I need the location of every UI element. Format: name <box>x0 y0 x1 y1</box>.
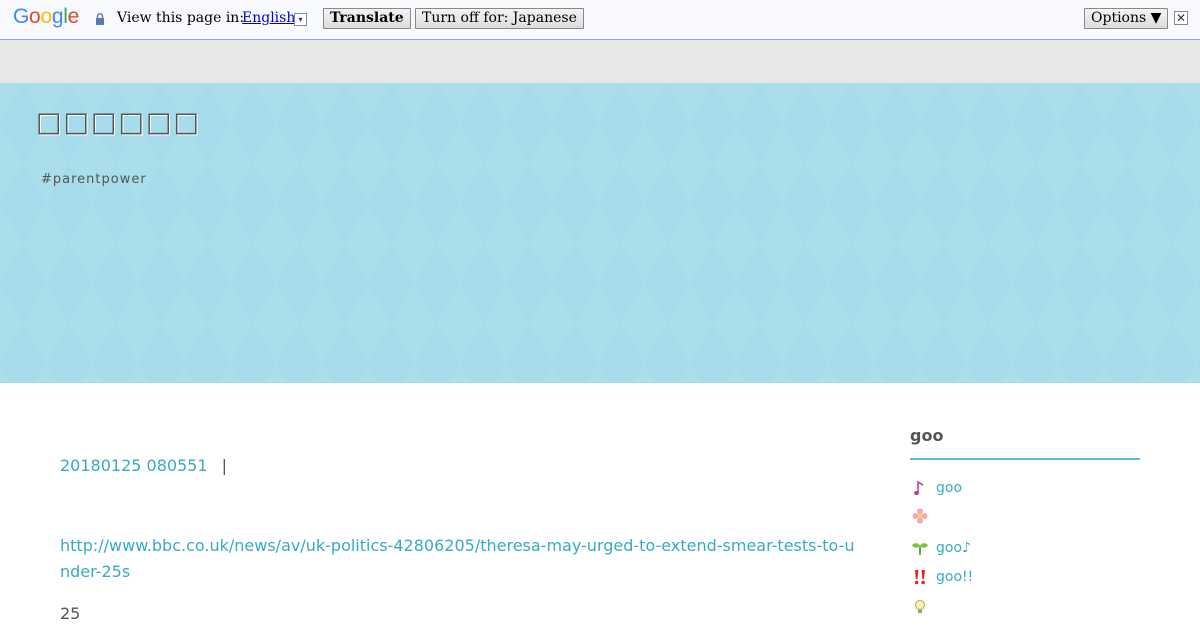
top-strip <box>0 40 1200 83</box>
blog-header: □□□□□□ #parentpower <box>0 83 1200 383</box>
sprout-icon <box>912 543 928 555</box>
sidebar-item[interactable]: goo <box>912 477 962 499</box>
sidebar-item[interactable]: goo!! <box>912 566 973 588</box>
flower-icon <box>912 508 928 524</box>
post-meta: 20180125 080551 | <box>60 456 227 475</box>
lock-icon <box>96 13 104 25</box>
options-button[interactable]: Options ▼ <box>1084 8 1169 29</box>
post-url-link[interactable]: http://www.bbc.co.uk/news/av/uk-politics… <box>60 533 860 585</box>
view-page-label: View this page in: <box>117 10 245 26</box>
translate-button[interactable]: Translate <box>323 8 411 29</box>
close-icon[interactable]: ✕ <box>1174 11 1188 25</box>
site-description: #parentpower <box>41 172 147 187</box>
language-dropdown-icon[interactable]: ▾ <box>294 13 307 26</box>
translate-bar: Google View this page in: English ▾ Tran… <box>0 0 1200 40</box>
post-body-text: 25 <box>60 604 81 623</box>
sidebar-item[interactable]: goo♪ <box>912 537 971 559</box>
sidebar-item-label[interactable]: goo♪ <box>936 540 971 556</box>
post-date-link[interactable]: 20180125 080551 <box>60 456 208 475</box>
music-note-icon <box>914 480 924 495</box>
sidebar-item[interactable] <box>912 505 936 527</box>
sidebar-item-label[interactable]: goo <box>936 480 962 496</box>
site-title[interactable]: □□□□□□ <box>36 107 201 138</box>
sidebar-heading: goo <box>910 426 944 445</box>
language-link[interactable]: English <box>242 10 295 26</box>
double-exclamation-icon <box>914 570 925 585</box>
sidebar-divider <box>910 458 1140 460</box>
lightbulb-icon <box>915 600 925 613</box>
sidebar-item[interactable] <box>912 596 936 618</box>
turn-off-button[interactable]: Turn off for: Japanese <box>415 8 584 29</box>
google-logo: Google <box>13 5 79 28</box>
meta-separator: | <box>221 456 227 475</box>
sidebar-item-label[interactable]: goo!! <box>936 569 973 585</box>
